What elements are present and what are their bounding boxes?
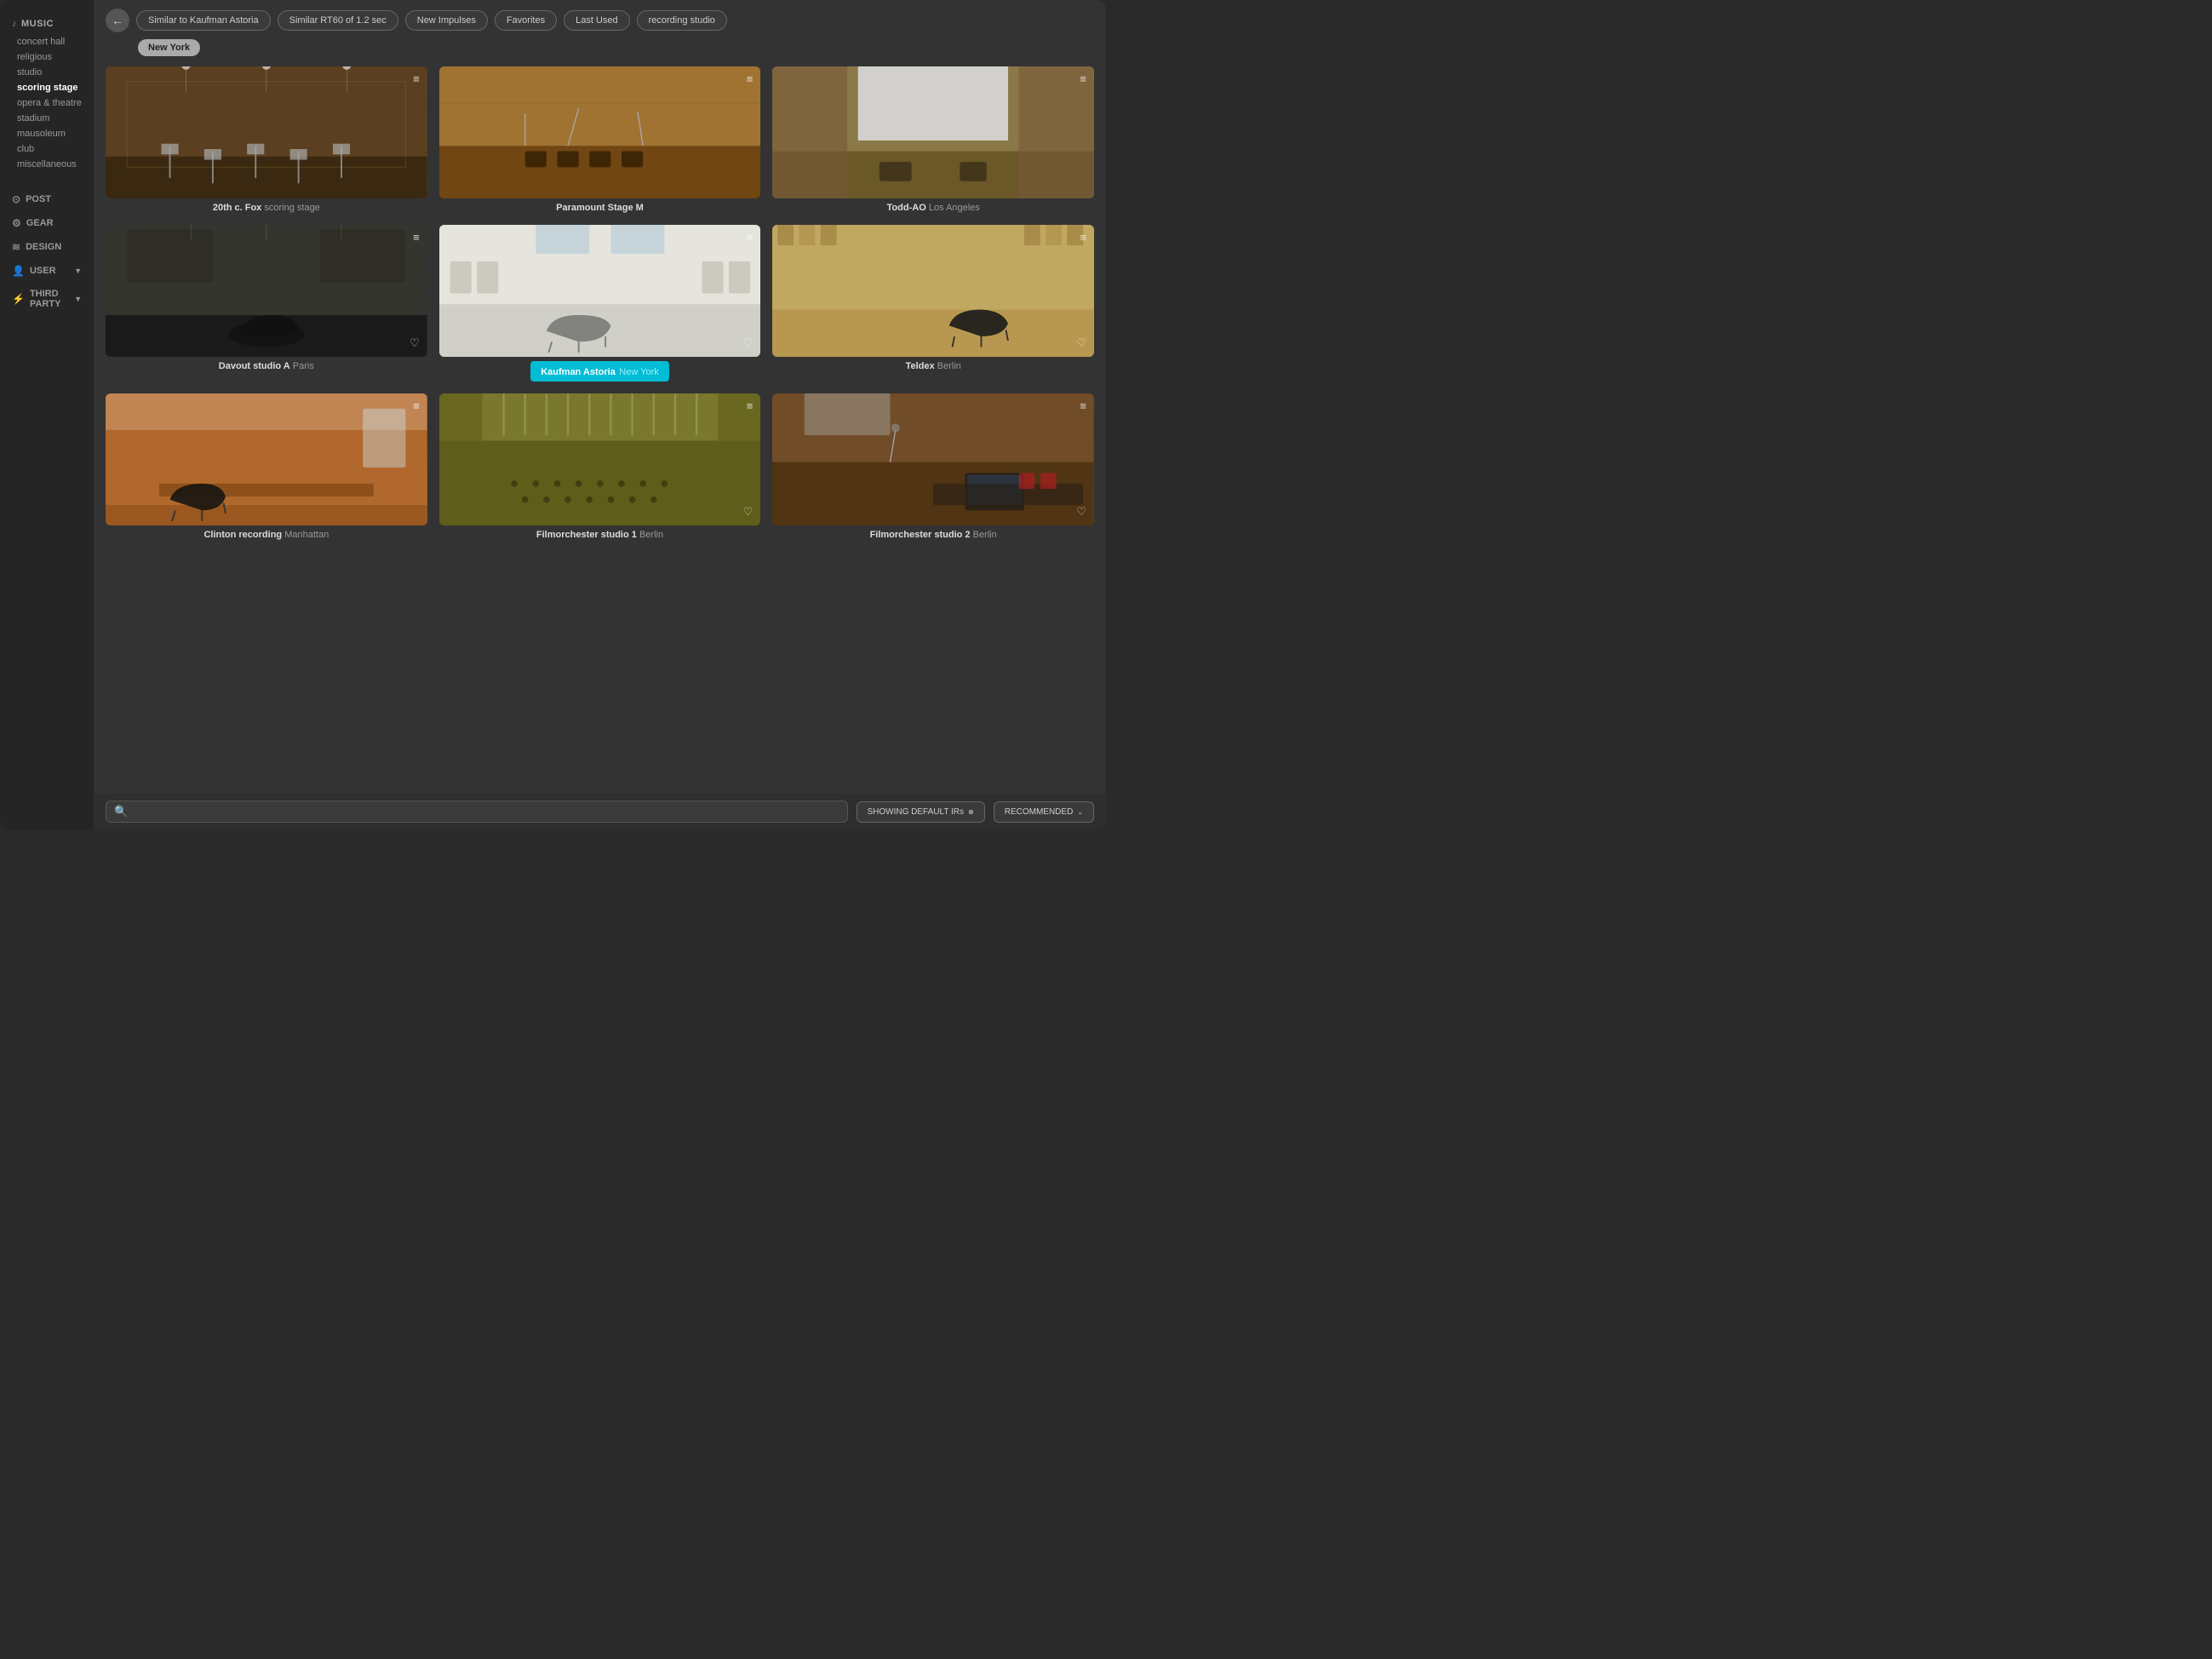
venue-heart-icon-filmorchester-1[interactable]: ♡: [743, 505, 754, 519]
venue-thumb-20th-fox: ≡: [106, 66, 427, 198]
sidebar-item-third-party[interactable]: ⚡ THIRD PARTY ▼: [0, 283, 94, 315]
sidebar-item-concert-hall[interactable]: concert hall: [0, 34, 94, 49]
venue-menu-icon-kaufman[interactable]: ≡: [747, 231, 754, 244]
venue-menu-icon-filmorchester-1[interactable]: ≡: [747, 399, 754, 412]
sidebar-item-opera-theatre[interactable]: opera & theatre: [0, 95, 94, 111]
design-icon: ≋: [12, 241, 20, 253]
venue-thumb-clinton: © ≡: [106, 393, 427, 525]
venue-card-paramount[interactable]: ≡ Paramount Stage M: [439, 66, 761, 213]
user-icon: 👤: [12, 265, 25, 277]
venue-heart-icon-davout[interactable]: ♡: [410, 336, 420, 350]
venue-card-todd-ao[interactable]: ≡ Todd-AO Los Angeles: [772, 66, 1094, 213]
venue-heart-icon-kaufman[interactable]: ♡: [743, 336, 754, 350]
music-label: MUSIC: [21, 19, 54, 29]
showing-chevron-icon: ⊕: [968, 808, 974, 816]
venue-thumb-filmorchester-2: ≡ ♡: [772, 393, 1094, 525]
venue-menu-icon-filmorchester-2[interactable]: ≡: [1080, 399, 1086, 412]
venue-thumb-todd-ao: ≡: [772, 66, 1094, 198]
location-tag[interactable]: New York: [138, 39, 200, 56]
venue-label-davout: Davout studio A Paris: [106, 361, 427, 371]
sidebar-item-gear[interactable]: ⚙ GEAR: [0, 211, 94, 235]
venue-heart-icon-teldex[interactable]: ♡: [1076, 336, 1086, 350]
recommended-chevron-icon: ⌄: [1077, 808, 1083, 816]
venue-thumb-filmorchester-1: ≡ ♡: [439, 393, 761, 525]
venue-thumb-teldex: ≡ ♡: [772, 225, 1094, 357]
venue-grid: ≡ 20th c. Fox scoring stage: [94, 61, 1106, 794]
sidebar-item-scoring-stage[interactable]: scoring stage: [0, 80, 94, 95]
showing-default-irs-button[interactable]: SHOWING DEFAULT IRs ⊕: [857, 801, 985, 823]
venue-label-clinton: Clinton recording Manhattan: [106, 530, 427, 540]
sidebar-item-design[interactable]: ≋ DESIGN: [0, 235, 94, 259]
sidebar-item-studio[interactable]: studio: [0, 65, 94, 80]
venue-menu-icon-todd-ao[interactable]: ≡: [1080, 72, 1086, 85]
music-header: ♪ MUSIC: [0, 14, 94, 34]
back-button[interactable]: ←: [106, 9, 129, 32]
venue-thumb-paramount: ≡: [439, 66, 761, 198]
venue-menu-icon-paramount[interactable]: ≡: [747, 72, 754, 85]
music-section: ♪ MUSIC concert hall religious studio sc…: [0, 14, 94, 172]
venue-menu-icon-clinton[interactable]: ≡: [413, 399, 420, 412]
sidebar-item-post[interactable]: ⊙ POST: [0, 187, 94, 211]
venue-label-kaufman: Kaufman Astoria New York: [439, 361, 761, 382]
gear-icon: ⚙: [12, 217, 21, 229]
sidebar-item-mausoleum[interactable]: mausoleum: [0, 126, 94, 141]
filter-recording-studio[interactable]: recording studio: [637, 10, 727, 31]
venue-thumb-davout: ≡ ♡: [106, 225, 427, 357]
main-area: ← Similar to Kaufman Astoria Similar RT6…: [94, 0, 1106, 830]
filter-similar-kaufman[interactable]: Similar to Kaufman Astoria: [136, 10, 271, 31]
venue-menu-icon-teldex[interactable]: ≡: [1080, 231, 1086, 244]
venue-card-clinton[interactable]: © ≡ Clinton recording Manhattan: [106, 393, 427, 540]
post-icon: ⊙: [12, 193, 20, 205]
recommended-button[interactable]: RECOMMENDED ⌄: [994, 801, 1094, 823]
sidebar-item-stadium[interactable]: stadium: [0, 111, 94, 126]
app-container: ♪ MUSIC concert hall religious studio sc…: [0, 0, 1106, 830]
venue-card-teldex[interactable]: ≡ ♡ Teldex Berlin: [772, 225, 1094, 382]
sidebar: ♪ MUSIC concert hall religious studio sc…: [0, 0, 94, 830]
third-party-icon: ⚡: [12, 293, 25, 305]
venue-card-filmorchester-2[interactable]: ≡ ♡ Filmorchester studio 2 Berlin: [772, 393, 1094, 540]
venue-card-filmorchester-1[interactable]: ≡ ♡ Filmorchester studio 1 Berlin: [439, 393, 761, 540]
filter-similar-rt60[interactable]: Similar RT60 of 1.2 sec: [278, 10, 398, 31]
bottom-bar: 🔍 SHOWING DEFAULT IRs ⊕ RECOMMENDED ⌄: [94, 794, 1106, 830]
svg-text:©: ©: [379, 524, 387, 525]
filter-last-used[interactable]: Last Used: [564, 10, 630, 31]
filter-favorites[interactable]: Favorites: [495, 10, 557, 31]
venue-label-paramount: Paramount Stage M: [439, 203, 761, 213]
music-icon: ♪: [12, 19, 17, 29]
sidebar-item-club[interactable]: club: [0, 141, 94, 157]
sidebar-item-user[interactable]: 👤 USER ▼: [0, 259, 94, 283]
venue-card-davout[interactable]: ≡ ♡ Davout studio A Paris: [106, 225, 427, 382]
venue-card-kaufman[interactable]: ≡ ♡ Kaufman Astoria New York: [439, 225, 761, 382]
filter-new-impulses[interactable]: New Impulses: [405, 10, 488, 31]
venue-card-20th-fox[interactable]: ≡ 20th c. Fox scoring stage: [106, 66, 427, 213]
search-icon: 🔍: [114, 805, 128, 818]
venue-menu-icon-20th-fox[interactable]: ≡: [413, 72, 420, 85]
sidebar-item-miscellaneous[interactable]: miscellaneous: [0, 157, 94, 172]
venue-label-20th-fox: 20th c. Fox scoring stage: [106, 203, 427, 213]
venue-label-todd-ao: Todd-AO Los Angeles: [772, 203, 1094, 213]
search-wrap: 🔍: [106, 801, 848, 823]
venue-heart-icon-filmorchester-2[interactable]: ♡: [1076, 505, 1086, 519]
venue-menu-icon-davout[interactable]: ≡: [413, 231, 420, 244]
user-chevron-icon: ▼: [74, 267, 82, 275]
venue-label-filmorchester-2: Filmorchester studio 2 Berlin: [772, 530, 1094, 540]
filter-bar: ← Similar to Kaufman Astoria Similar RT6…: [94, 0, 1106, 61]
search-input[interactable]: [106, 801, 848, 823]
venue-thumb-kaufman: ≡ ♡: [439, 225, 761, 357]
third-party-chevron-icon: ▼: [74, 295, 82, 303]
venue-label-filmorchester-1: Filmorchester studio 1 Berlin: [439, 530, 761, 540]
venue-label-teldex: Teldex Berlin: [772, 361, 1094, 371]
sidebar-item-religious[interactable]: religious: [0, 49, 94, 65]
